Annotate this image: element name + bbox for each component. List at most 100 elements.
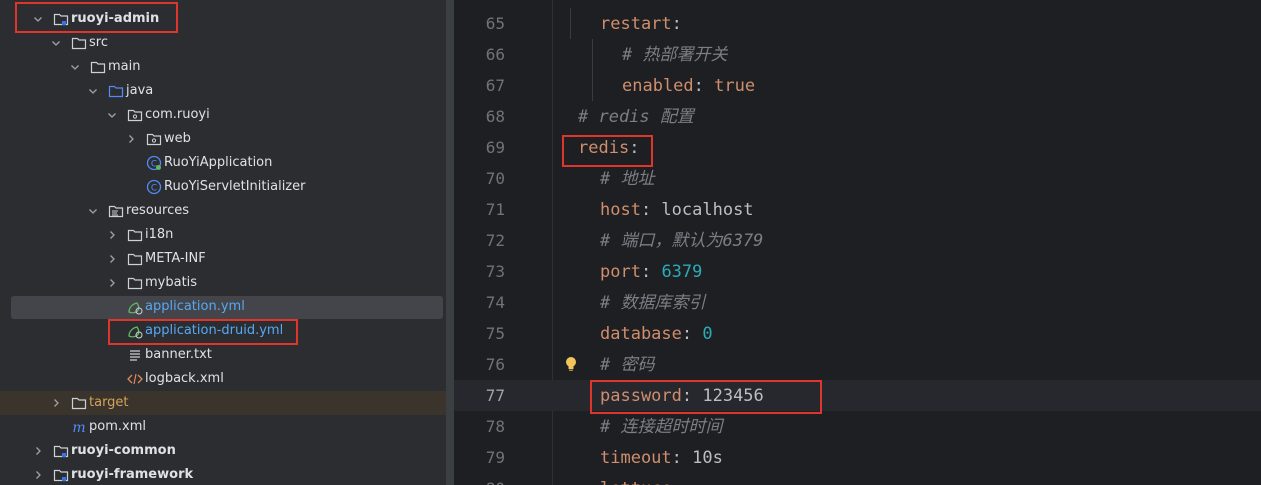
code-line[interactable]: 73 port: 6379	[454, 256, 1261, 287]
indent-guide	[570, 8, 571, 39]
tree-item-application-druid-yml[interactable]: application-druid.yml	[0, 319, 446, 343]
code-text: # 数据库索引	[600, 292, 705, 314]
class-icon: C	[146, 179, 162, 195]
line-number: 67	[485, 76, 505, 95]
tree-item-label: pom.xml	[89, 419, 146, 434]
tree-item-mybatis[interactable]: mybatis	[0, 271, 446, 295]
tree-item-ruoyiservletinitializer[interactable]: C RuoYiServletInitializer	[0, 175, 446, 199]
line-number: 76	[485, 355, 505, 374]
tree-item-web[interactable]: web	[0, 127, 446, 151]
spring-class-icon: C	[146, 155, 162, 171]
tree-item-logback-xml[interactable]: logback.xml	[0, 367, 446, 391]
code-text: timeout: 10s	[600, 447, 723, 469]
code-text: # redis 配置	[578, 106, 694, 128]
code-token: enabled	[622, 76, 694, 96]
tree-item-src[interactable]: src	[0, 31, 446, 55]
svg-text:m: m	[72, 420, 85, 435]
tree-item-main[interactable]: main	[0, 55, 446, 79]
chevron-right-icon[interactable]	[33, 470, 43, 480]
chevron-right-icon[interactable]	[107, 254, 117, 264]
tree-item-com-ruoyi[interactable]: com.ruoyi	[0, 103, 446, 127]
tree-item-ruoyi-common[interactable]: ruoyi-common	[0, 439, 446, 463]
code-token: # 数据库索引	[600, 293, 706, 313]
tree-item-ruoyiapplication[interactable]: C RuoYiApplication	[0, 151, 446, 175]
tree-item-label: ruoyi-common	[71, 443, 176, 458]
code-token: # redis 配置	[578, 107, 694, 127]
line-number: 69	[485, 138, 505, 157]
tree-item-banner-txt[interactable]: banner.txt	[0, 343, 446, 367]
code-token: :	[629, 138, 640, 158]
code-text: # 地址	[600, 168, 654, 190]
tree-item-label: logback.xml	[145, 371, 224, 386]
tree-item-resources[interactable]: resources	[0, 199, 446, 223]
code-line[interactable]: 76 # 密码	[454, 349, 1261, 380]
chevron-right-icon[interactable]	[107, 278, 117, 288]
chevron-down-icon[interactable]	[107, 110, 117, 120]
tree-item-label: application-druid.yml	[145, 323, 284, 338]
code-token: 0	[702, 324, 713, 344]
resources-folder-icon	[108, 203, 124, 219]
chevron-right-icon[interactable]	[51, 398, 61, 408]
code-text: lettuce:	[600, 478, 682, 485]
code-line[interactable]: 68 # redis 配置	[454, 101, 1261, 132]
code-line[interactable]: 71 host: localhost	[454, 194, 1261, 225]
chevron-down-icon[interactable]	[88, 86, 98, 96]
code-line[interactable]: 75 database: 0	[454, 318, 1261, 349]
tree-item-label: i18n	[145, 227, 174, 242]
code-line[interactable]: 70 # 地址	[454, 163, 1261, 194]
package-icon	[127, 107, 143, 123]
chevron-right-icon[interactable]	[126, 134, 136, 144]
code-token: # 连接超时时间	[600, 417, 723, 437]
code-line[interactable]: 80 lettuce:	[454, 473, 1261, 485]
chevron-down-icon[interactable]	[88, 206, 98, 216]
code-token: :	[672, 479, 682, 485]
code-token: :	[693, 76, 715, 96]
xml-icon	[127, 371, 143, 387]
tree-item-meta-inf[interactable]: META-INF	[0, 247, 446, 271]
chevron-down-icon[interactable]	[33, 14, 43, 24]
project-tree[interactable]: ruoyi-admin src main java com.ruoyi web C RuoYi…	[0, 0, 446, 485]
indent-guide	[592, 39, 593, 101]
folder-icon	[127, 275, 143, 291]
chevron-right-icon[interactable]	[107, 230, 117, 240]
code-line[interactable]: 69 redis:	[454, 132, 1261, 163]
tree-item-label: mybatis	[145, 275, 198, 290]
code-token: : localhost	[640, 200, 754, 220]
code-token: timeout	[600, 448, 672, 468]
code-line[interactable]: 74 # 数据库索引	[454, 287, 1261, 318]
code-line[interactable]: 65 restart:	[454, 8, 1261, 39]
code-line[interactable]: 72 # 端口，默认为6379	[454, 225, 1261, 256]
code-text: host: localhost	[600, 199, 754, 221]
tree-item-label: main	[108, 59, 141, 74]
tree-item-target[interactable]: target	[0, 391, 446, 415]
code-line[interactable]: 79 timeout: 10s	[454, 442, 1261, 473]
code-line[interactable]: 77 password: 123456	[454, 380, 1261, 411]
line-number: 70	[485, 169, 505, 188]
tree-item-i18n[interactable]: i18n	[0, 223, 446, 247]
code-line[interactable]: 66 # 热部署开关	[454, 39, 1261, 70]
chevron-right-icon[interactable]	[33, 446, 43, 456]
module-folder-icon	[53, 443, 69, 459]
package-icon	[146, 131, 162, 147]
tree-item-label: META-INF	[145, 251, 206, 266]
chevron-down-icon[interactable]	[70, 62, 80, 72]
folder-icon	[90, 59, 106, 75]
panel-divider[interactable]	[446, 0, 454, 485]
tree-item-label: application.yml	[145, 299, 245, 314]
tree-item-java[interactable]: java	[0, 79, 446, 103]
chevron-down-icon[interactable]	[51, 38, 61, 48]
line-number: 80	[454, 479, 505, 485]
code-text: database: 0	[600, 323, 713, 345]
tree-item-pom-xml[interactable]: m pom.xml	[0, 415, 446, 439]
tree-item-ruoyi-framework[interactable]: ruoyi-framework	[0, 463, 446, 485]
code-editor[interactable]: 65 restart: 66 # 热部署开关 67 enabled: true 68 # re…	[454, 0, 1261, 485]
svg-text:C: C	[151, 184, 157, 194]
tree-item-ruoyi-admin[interactable]: ruoyi-admin	[0, 7, 446, 31]
tree-item-application-yml[interactable]: application.yml	[0, 295, 446, 319]
code-line[interactable]: 78 # 连接超时时间	[454, 411, 1261, 442]
line-number: 71	[485, 200, 505, 219]
code-text: enabled: true	[622, 75, 755, 97]
tree-item-label: web	[164, 131, 191, 146]
code-line[interactable]: 67 enabled: true	[454, 70, 1261, 101]
line-number: 79	[485, 448, 505, 467]
